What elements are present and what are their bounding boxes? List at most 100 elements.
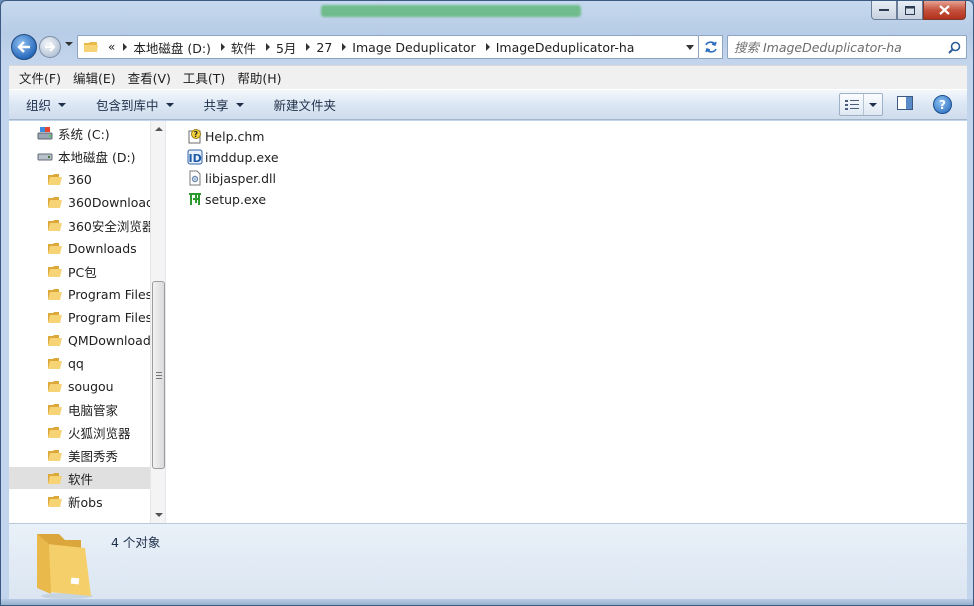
back-arrow-icon [17,41,30,53]
local-drive-icon [37,153,53,161]
maximize-icon [905,5,915,15]
nav-item-folder[interactable]: Program Files [9,306,150,328]
include-in-library-button[interactable]: 包含到库中 [87,95,183,114]
nav-item-local-drive[interactable]: 本地磁盘 (D:) [9,145,150,167]
back-button[interactable] [11,34,37,60]
help-button[interactable]: ? [933,95,952,114]
folder-icon [48,312,62,323]
share-button[interactable]: 共享 [195,95,253,114]
system-drive-icon [37,127,53,140]
menu-bar: 文件(F) 编辑(E) 查看(V) 工具(T) 帮助(H) [9,65,967,89]
folder-icon [48,381,62,392]
file-name: setup.exe [205,191,267,207]
folder-icon [48,220,62,231]
nav-item-label: QMDownload [68,332,150,348]
minimize-button[interactable] [871,1,897,20]
maximize-button[interactable] [897,1,923,20]
nav-item-folder[interactable]: 360 [9,168,150,190]
chm-help-icon: ? [188,129,201,144]
imddup-app-icon: ID [187,149,203,165]
recent-pages-dropdown[interactable] [65,42,73,46]
nav-item-folder[interactable]: 360安全浏览器 [9,214,150,236]
preview-pane-button[interactable] [897,96,913,113]
nav-item-folder[interactable]: QMDownload [9,329,150,351]
file-item[interactable]: ID imddup.exe [187,147,279,167]
minimize-icon [879,9,889,11]
navigation-scrollbar[interactable] [150,121,165,523]
scroll-down-arrow[interactable] [155,513,163,517]
scroll-up-arrow[interactable] [155,127,163,131]
menu-tools[interactable]: 工具(T) [177,68,231,87]
navigation-pane: 系统 (C:) 本地磁盘 (D:) 360 360Downloads 360安全… [9,121,166,523]
address-history-dropdown[interactable] [686,45,694,50]
change-view-button[interactable] [839,93,883,116]
help-icon: ? [939,97,946,112]
address-overflow-chevron[interactable]: « [108,40,115,54]
breadcrumb-item[interactable]: 软件 [225,38,260,57]
search-input[interactable] [728,36,938,58]
address-row: « 本地磁盘 (D:) 软件 5月 27 Image Deduplicator … [9,33,967,61]
refresh-icon [704,41,717,53]
nav-item-folder[interactable]: sougou [9,375,150,397]
menu-edit[interactable]: 编辑(E) [67,68,122,87]
window-bottom-edge [1,599,973,605]
file-name: Help.chm [205,128,265,144]
breadcrumb-item[interactable]: Image Deduplicator [346,40,479,55]
new-folder-button[interactable]: 新建文件夹 [265,95,346,114]
folder-icon [48,266,62,277]
breadcrumb: 本地磁盘 (D:) 软件 5月 27 Image Deduplicator Im… [117,38,638,57]
nav-item-system-drive[interactable]: 系统 (C:) [9,122,150,144]
chevron-down-icon [165,102,174,107]
address-bar[interactable]: « 本地磁盘 (D:) 软件 5月 27 Image Deduplicator … [77,35,699,59]
file-item[interactable]: libjasper.dll [187,168,276,188]
refresh-button[interactable] [699,35,723,59]
folder-icon [48,450,62,461]
scrollbar-thumb[interactable] [152,281,165,469]
file-name: libjasper.dll [205,170,276,186]
organize-label: 组织 [26,98,52,113]
file-item[interactable]: setup.exe [187,189,266,209]
menu-view[interactable]: 查看(V) [122,68,177,87]
nav-item-label: Program Files [68,309,150,325]
svg-text:ID: ID [189,152,202,165]
breadcrumb-item[interactable]: 5月 [270,38,300,57]
folder-icon [48,197,62,208]
nav-item-label: 360安全浏览器 [68,218,150,234]
search-icon[interactable] [948,41,961,54]
nav-item-folder-selected[interactable]: 软件 [9,467,150,489]
nav-item-folder[interactable]: qq [9,352,150,374]
breadcrumb-item[interactable]: 27 [310,40,336,55]
dll-icon [189,170,201,186]
explorer-window: « 本地磁盘 (D:) 软件 5月 27 Image Deduplicator … [0,0,974,606]
nav-item-folder[interactable]: 360Downloads [9,191,150,213]
folder-icon [48,289,62,300]
menu-file[interactable]: 文件(F) [13,68,67,87]
nav-item-folder[interactable]: 电脑管家 [9,398,150,420]
breadcrumb-item-current[interactable]: ImageDeduplicator-ha [490,40,639,55]
command-bar: 组织 包含到库中 共享 新建文件夹 ? [9,89,967,120]
nav-item-label: 软件 [68,471,94,487]
nav-item-folder[interactable]: Program Files [9,283,150,305]
nav-item-label: 电脑管家 [68,402,119,418]
organize-button[interactable]: 组织 [17,95,75,114]
nav-item-folder[interactable]: PC包 [9,260,150,282]
nav-item-label: sougou [68,378,114,394]
chevron-down-icon [235,102,244,107]
nav-item-label: Downloads [68,240,137,256]
folder-icon [48,427,62,438]
nav-item-folder[interactable]: 美图秀秀 [9,444,150,466]
menu-help[interactable]: 帮助(H) [231,68,287,87]
nav-item-folder[interactable]: 新obs [9,490,150,512]
folder-icon [48,243,62,254]
nav-item-folder[interactable]: 火狐浏览器 [9,421,150,443]
folder-icon [48,335,62,346]
nav-item-folder[interactable]: Downloads [9,237,150,259]
nav-item-label: Program Files [68,286,150,302]
close-button[interactable] [923,1,966,20]
file-list: ? Help.chm ID imddup.exe libjasper.dll s… [167,121,967,523]
file-item[interactable]: ? Help.chm [187,126,264,146]
breadcrumb-item[interactable]: 本地磁盘 (D:) [127,38,215,57]
forward-button[interactable] [39,36,61,58]
close-icon [939,5,950,15]
nav-item-label: qq [68,355,84,371]
